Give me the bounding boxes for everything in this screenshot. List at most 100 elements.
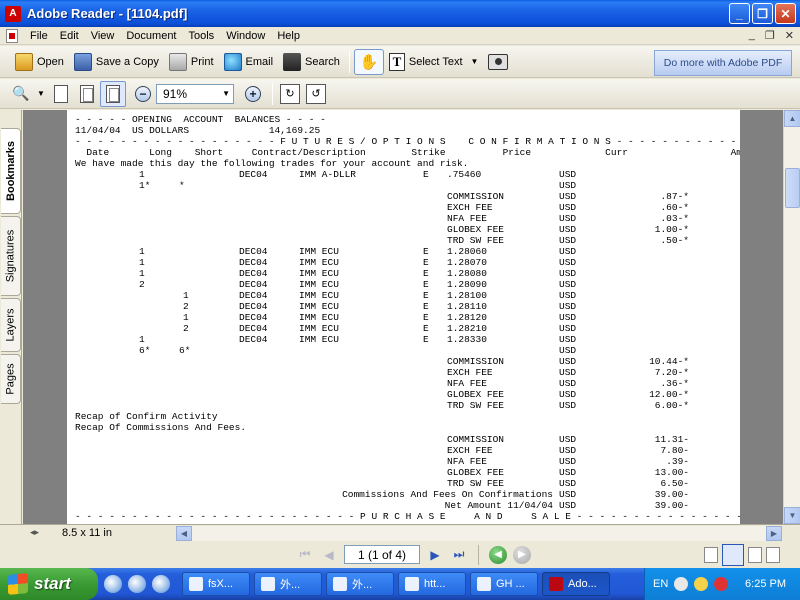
trade-price: 1.28210 [447, 323, 487, 334]
taskbar-item-adobe-reader[interactable]: Ado... [542, 572, 610, 596]
continuous-layout-button[interactable] [722, 544, 744, 566]
trade-contract: DEC04 [239, 312, 268, 323]
trade-long: 1 [139, 334, 145, 345]
taskbar-item-4[interactable]: htt... [398, 572, 466, 596]
scroll-down-button[interactable]: ▼ [784, 507, 800, 524]
save-copy-button[interactable]: Save a Copy [69, 49, 164, 75]
zoom-in-button[interactable]: + [242, 82, 264, 106]
select-text-dropdown-icon[interactable]: ▼ [471, 57, 479, 66]
trade-short: 1 [183, 312, 189, 323]
trade-currency: USD [559, 224, 577, 235]
purchase-and-sale-header: - - - - - - - - - - - - - - - - - - - - … [75, 511, 740, 522]
taskbar-item-2[interactable]: 外... [254, 572, 322, 596]
quicklaunch-icon-1[interactable] [104, 575, 122, 593]
zoom-out-button[interactable]: − [132, 82, 154, 106]
tab-bookmarks[interactable]: Bookmarks [1, 128, 21, 214]
menu-file[interactable]: File [24, 30, 54, 42]
fit-page-button[interactable] [76, 82, 98, 106]
horizontal-scrollbar[interactable]: ◀ ▶ [176, 526, 782, 541]
tab-signatures[interactable]: Signatures [1, 216, 21, 296]
single-page-layout-button[interactable] [704, 547, 718, 563]
previous-page-button[interactable]: ◀ [320, 546, 338, 564]
trade-amount: .87-* [660, 191, 689, 202]
actual-size-icon [54, 84, 68, 103]
select-text-button[interactable]: T Select Text ▼ [384, 49, 484, 75]
rotate-clockwise-button[interactable]: ↻ [279, 82, 301, 106]
fee-label: GLOBEX FEE [447, 389, 505, 400]
menu-document[interactable]: Document [120, 30, 182, 42]
trade-currency: USD [559, 257, 577, 268]
scroll-left-button[interactable]: ◀ [176, 526, 192, 541]
rotate-counterclockwise-button[interactable]: ↺ [305, 82, 327, 106]
last-page-button[interactable]: ⏭ [450, 546, 468, 564]
zoom-tool-button[interactable]: 🔍 [10, 82, 32, 106]
hand-tool-button[interactable]: ✋ [353, 48, 384, 75]
adobe-pdf-button[interactable]: Do more with Adobe PDF [654, 50, 792, 76]
email-globe-icon [223, 52, 242, 71]
document-view[interactable]: - - - - - OPENING ACCOUNT BALANCES - - -… [23, 110, 783, 524]
tab-pages[interactable]: Pages [1, 354, 21, 404]
trade-currency: USD [559, 334, 577, 345]
doc-close-button[interactable]: ✕ [785, 29, 794, 42]
minimize-button[interactable]: _ [729, 3, 750, 24]
actual-size-button[interactable] [50, 82, 72, 106]
first-page-button[interactable]: ⏮ [296, 546, 314, 564]
trade-description: IMM A-DLLR [299, 169, 357, 180]
tab-layers[interactable]: Layers [1, 298, 21, 352]
print-button[interactable]: Print [164, 49, 219, 75]
next-view-button[interactable]: ▶ [513, 545, 531, 564]
toolbar-separator [348, 50, 350, 73]
continuous-facing-layout-button[interactable] [766, 547, 780, 563]
close-button[interactable]: ✕ [775, 3, 796, 24]
menu-help[interactable]: Help [271, 30, 306, 42]
previous-view-button[interactable]: ◀ [489, 545, 507, 564]
taskbar-item-3[interactable]: 外... [326, 572, 394, 596]
trade-amount: .03-* [660, 213, 689, 224]
menu-window[interactable]: Window [220, 30, 271, 42]
trade-contract: DEC04 [239, 169, 268, 180]
facing-layout-button[interactable] [748, 547, 762, 563]
page-number-field[interactable]: 1 (1 of 4) [344, 545, 420, 564]
menu-view[interactable]: View [85, 30, 121, 42]
toolbar-separator [272, 82, 273, 105]
taskbar-item-1[interactable]: fsX... [182, 572, 250, 596]
menu-tools[interactable]: Tools [183, 30, 221, 42]
taskbar-item-5[interactable]: GH ... [470, 572, 538, 596]
scroll-right-button[interactable]: ▶ [766, 526, 782, 541]
network-icon[interactable] [694, 577, 709, 591]
select-text-label: Select Text [408, 55, 463, 68]
trade-long: 6* [139, 345, 151, 356]
document-icon[interactable] [6, 28, 18, 43]
menu-edit[interactable]: Edit [54, 30, 85, 42]
restore-button[interactable]: ❐ [752, 3, 773, 24]
language-indicator[interactable]: EN [653, 578, 668, 590]
fit-width-button[interactable] [100, 80, 126, 107]
tray-expand-icon[interactable] [674, 577, 689, 591]
snapshot-button[interactable] [483, 49, 513, 75]
recap-fee-currency: USD [559, 467, 577, 478]
search-button[interactable]: Search [278, 49, 345, 75]
floppy-disk-icon [73, 52, 92, 71]
vertical-scrollbar[interactable]: ▲ ▼ [783, 110, 800, 524]
email-button[interactable]: Email [219, 49, 279, 75]
start-button[interactable]: start [0, 568, 98, 600]
doc-restore-button[interactable]: ❐ [765, 29, 775, 42]
volume-icon[interactable] [714, 577, 729, 591]
fee-label: NFA FEE [447, 378, 487, 389]
doc-minimize-button[interactable]: _ [749, 29, 755, 42]
quicklaunch-icon-2[interactable] [128, 575, 146, 593]
fee-label: NFA FEE [447, 213, 487, 224]
next-page-button[interactable]: ▶ [426, 546, 444, 564]
trade-currency: USD [559, 213, 577, 224]
trade-contract: DEC04 [239, 334, 268, 345]
scrollbar-thumb[interactable] [785, 168, 800, 208]
splitter-icon[interactable]: ◂▸ [30, 527, 39, 538]
scroll-up-button[interactable]: ▲ [784, 110, 800, 127]
open-button[interactable]: Open [10, 49, 69, 75]
zoom-tool-dropdown[interactable]: ▼ [36, 82, 46, 106]
pdf-page[interactable]: - - - - - OPENING ACCOUNT BALANCES - - -… [67, 110, 740, 524]
trade-contract: DEC04 [239, 301, 268, 312]
chevron-down-icon[interactable]: ▼ [222, 89, 230, 98]
zoom-combobox[interactable]: 91% ▼ [156, 83, 234, 104]
internet-explorer-icon[interactable] [152, 575, 170, 593]
